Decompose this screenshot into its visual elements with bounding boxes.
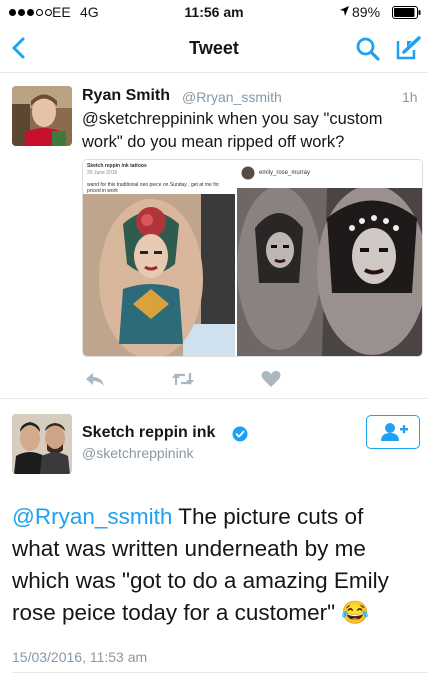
tweet-reply[interactable]: Ryan Smith @Rryan_ssmith 1h @sketchreppi… [0, 73, 428, 399]
tattoo-photo-right [237, 188, 422, 356]
status-bar: EE 4G 11:56 am 89% [0, 0, 428, 26]
media-caption-title: Sketch reppin ink tattoos [87, 163, 147, 169]
tweet-timestamp: 15/03/2016, 11:53 am [12, 649, 148, 665]
author-name[interactable]: Sketch reppin ink [82, 424, 215, 442]
author-name[interactable]: Ryan Smith [82, 87, 170, 105]
instagram-avatar-icon [241, 166, 255, 180]
like-icon[interactable] [261, 370, 281, 388]
follow-button[interactable] [366, 415, 420, 449]
battery-icon [392, 6, 421, 19]
follow-user-icon [381, 423, 408, 441]
nav-bar: Tweet [0, 26, 428, 73]
author-handle[interactable]: @sketchreppinink [82, 445, 194, 461]
media-instagram-username: emily_rose_murray [259, 170, 311, 176]
tweet-main: Sketch reppin ink @sketchreppinink @Rrya… [0, 399, 428, 677]
search-icon[interactable] [355, 36, 381, 62]
tweet-timestamp: 1h [402, 89, 418, 105]
battery-percentage: 89% [352, 4, 381, 20]
reply-icon[interactable] [84, 370, 106, 388]
tweet-text: @sketchreppinink when you say "custom wo… [82, 110, 383, 151]
media-left-panel: Sketch reppin ink tattoos 20 June 2016 w… [83, 160, 235, 356]
media-right-panel: emily_rose_murray [237, 160, 422, 356]
compose-icon[interactable] [394, 35, 422, 61]
author-handle[interactable]: @Rryan_ssmith [182, 89, 282, 105]
tattoo-photo-left [83, 194, 235, 356]
media-caption-date: 20 June 2016 [87, 170, 118, 176]
media-caption-text: wand for this traditional neo piece on S… [87, 182, 220, 194]
verified-badge-icon [232, 426, 248, 442]
mention-link[interactable]: @Rryan_ssmith [12, 504, 172, 529]
avatar[interactable] [12, 414, 72, 474]
location-arrow-icon [340, 6, 349, 16]
retweet-icon[interactable] [171, 370, 195, 388]
divider [12, 672, 428, 673]
tweet-text: @Rryan_ssmith The picture cuts of what w… [12, 501, 412, 629]
tweet-media-image[interactable]: Sketch reppin ink tattoos 20 June 2016 w… [82, 159, 423, 357]
avatar[interactable] [12, 86, 72, 146]
